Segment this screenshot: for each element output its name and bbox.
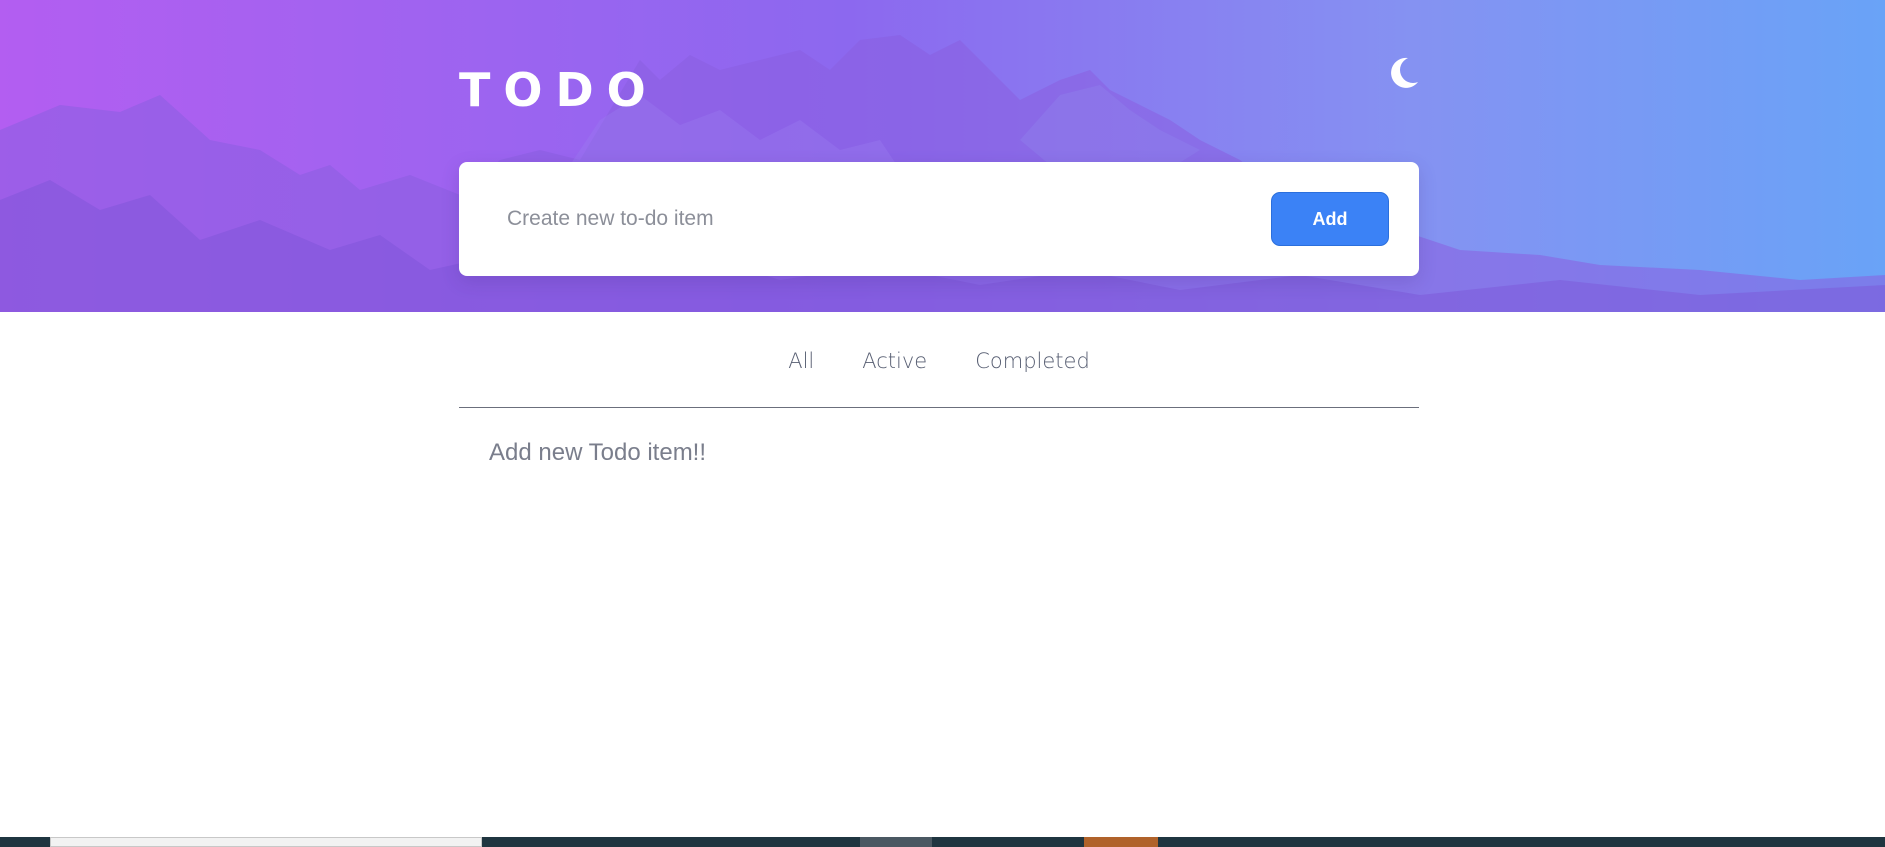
- taskbar-app-button[interactable]: [860, 837, 932, 847]
- taskbar-strip: [0, 837, 1885, 847]
- empty-list-message: Add new Todo item!!: [489, 439, 707, 466]
- new-todo-input[interactable]: [481, 192, 1201, 246]
- todo-app: TODO Add All Active Completed Add new To…: [0, 0, 1885, 847]
- moon-icon: [1391, 57, 1418, 88]
- taskbar-segment: [932, 837, 1084, 847]
- taskbar-search-box[interactable]: [50, 837, 482, 847]
- hero-banner: TODO Add: [0, 0, 1885, 312]
- taskbar-segment: [1158, 837, 1885, 847]
- taskbar-segment: [0, 837, 50, 847]
- tab-active[interactable]: Active: [862, 342, 927, 380]
- taskbar-app-button[interactable]: [1084, 837, 1158, 847]
- filter-tabs: All Active Completed: [459, 342, 1419, 380]
- taskbar-segment: [482, 837, 860, 847]
- new-todo-card: Add: [459, 162, 1419, 276]
- add-todo-button[interactable]: Add: [1271, 192, 1389, 246]
- theme-toggle-button[interactable]: [1386, 56, 1420, 92]
- tab-all[interactable]: All: [788, 342, 814, 380]
- tab-completed[interactable]: Completed: [975, 342, 1090, 380]
- app-title: TODO: [459, 63, 659, 117]
- list-divider: [459, 407, 1419, 408]
